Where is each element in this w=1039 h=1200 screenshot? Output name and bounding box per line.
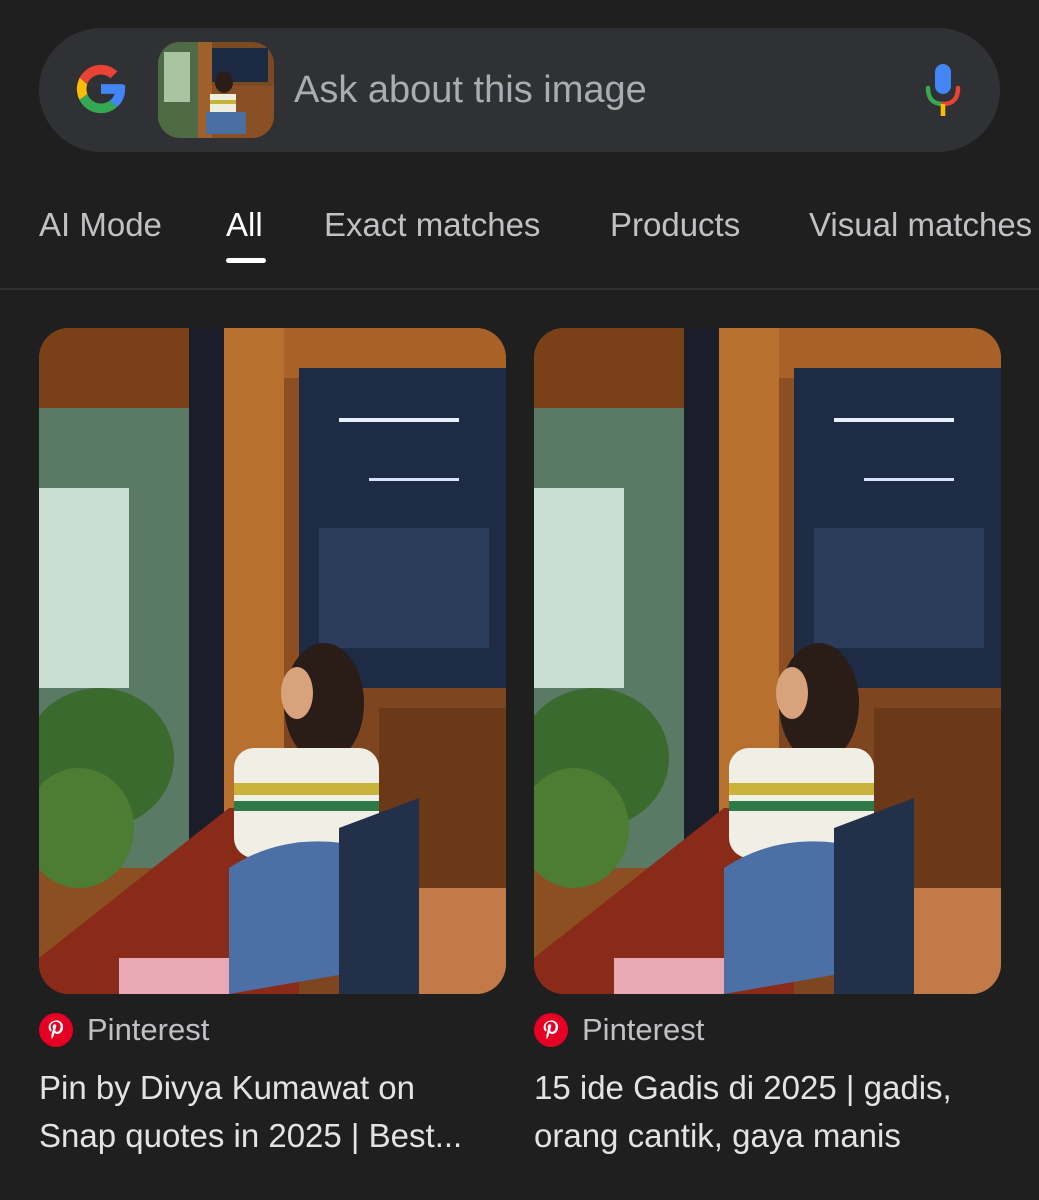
source-name: Pinterest: [582, 1012, 705, 1047]
result-card[interactable]: Pinterest 15 ide Gadis di 2025 | gadis, …: [534, 328, 1001, 1154]
tab-products[interactable]: Products: [610, 206, 740, 244]
result-title-line: Snap quotes in 2025 | Best...: [39, 1117, 463, 1154]
result-title-line: Pin by Divya Kumawat on: [39, 1069, 416, 1106]
tab-all[interactable]: All: [226, 206, 263, 244]
microphone-icon[interactable]: [924, 64, 962, 118]
result-title[interactable]: 15 ide Gadis di 2025 | gadis, orang cant…: [534, 1064, 1001, 1160]
tab-exact-matches[interactable]: Exact matches: [324, 206, 540, 244]
result-image[interactable]: [39, 328, 506, 994]
result-title[interactable]: Pin by Divya Kumawat on Snap quotes in 2…: [39, 1064, 506, 1160]
result-source[interactable]: Pinterest: [534, 1010, 704, 1050]
result-title-line: 15 ide Gadis di 2025 | gadis,: [534, 1069, 952, 1106]
tab-visual-matches[interactable]: Visual matches: [809, 206, 1032, 244]
query-image-thumbnail[interactable]: [158, 42, 274, 138]
active-tab-indicator: [226, 258, 266, 263]
query-photo: [158, 42, 274, 138]
result-image[interactable]: [534, 328, 1001, 994]
pinterest-icon: [534, 1013, 568, 1047]
search-input[interactable]: [294, 62, 894, 118]
pinterest-icon: [39, 1013, 73, 1047]
tabs-divider: [0, 288, 1039, 290]
source-name: Pinterest: [87, 1012, 210, 1047]
google-g-icon: [76, 64, 126, 114]
tab-ai-mode[interactable]: AI Mode: [39, 206, 162, 244]
result-title-line: orang cantik, gaya manis: [534, 1117, 901, 1154]
result-source[interactable]: Pinterest: [39, 1010, 209, 1050]
result-card[interactable]: Pinterest Pin by Divya Kumawat on Snap q…: [39, 328, 506, 1154]
filter-tabs: AI Mode All Exact matches Products Visua…: [0, 186, 1039, 288]
